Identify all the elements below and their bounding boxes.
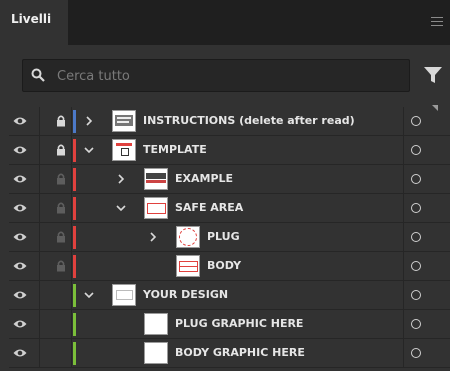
eye-icon xyxy=(13,320,27,328)
chevron-right-icon[interactable] xyxy=(147,230,159,244)
layer-color-bar xyxy=(73,313,76,336)
target-circle-icon[interactable] xyxy=(411,145,421,155)
layer-name: PLUG xyxy=(207,230,240,243)
layer-name: EXAMPLE xyxy=(175,172,234,185)
lock-toggle[interactable] xyxy=(52,310,70,338)
scroll-up-arrow-icon[interactable] xyxy=(432,105,438,111)
layer-color-bar xyxy=(73,226,76,249)
visibility-toggle[interactable] xyxy=(9,136,31,164)
lock-toggle[interactable] xyxy=(52,107,70,135)
lock-toggle[interactable] xyxy=(52,194,70,222)
layer-name: SAFE AREA xyxy=(175,201,244,214)
visibility-toggle[interactable] xyxy=(9,194,31,222)
target-circle-icon[interactable] xyxy=(411,116,421,126)
layer-row[interactable]: PLUG GRAPHIC HERE xyxy=(9,310,450,339)
target-circle-icon[interactable] xyxy=(411,261,421,271)
search-row xyxy=(0,45,450,107)
chevron-down-icon[interactable] xyxy=(115,201,127,215)
eye-icon xyxy=(13,146,27,154)
layer-row[interactable]: BODY xyxy=(9,252,450,281)
visibility-toggle[interactable] xyxy=(9,310,31,338)
lock-toggle[interactable] xyxy=(52,339,70,367)
visibility-toggle[interactable] xyxy=(9,165,31,193)
layer-thumbnail xyxy=(112,110,136,132)
filter-icon[interactable] xyxy=(423,65,443,85)
layer-thumbnail xyxy=(112,139,136,161)
layers-panel: Livelli INSTRUCTIONS (delete after read)… xyxy=(0,0,450,371)
visibility-toggle[interactable] xyxy=(9,281,31,309)
layer-row[interactable]: SAFE AREA xyxy=(9,194,450,223)
layer-thumbnail xyxy=(176,226,200,248)
target-circle-icon[interactable] xyxy=(411,174,421,184)
layer-row[interactable]: TEMPLATE xyxy=(9,136,450,165)
layer-name: BODY GRAPHIC HERE xyxy=(175,346,305,359)
search-icon xyxy=(31,68,45,82)
chevron-right-icon[interactable] xyxy=(83,114,95,128)
tab-layers[interactable]: Livelli xyxy=(0,0,68,45)
layer-color-bar xyxy=(73,139,76,162)
layer-row[interactable]: PLUG xyxy=(9,223,450,252)
layer-color-bar xyxy=(73,284,76,307)
lock-icon xyxy=(57,260,65,272)
layer-row[interactable]: BODY GRAPHIC HERE xyxy=(9,339,450,368)
lock-icon xyxy=(57,144,65,156)
lock-icon xyxy=(57,115,65,127)
eye-icon xyxy=(13,291,27,299)
lock-icon xyxy=(57,231,65,243)
eye-icon xyxy=(13,204,27,212)
layer-row[interactable]: INSTRUCTIONS (delete after read) xyxy=(9,107,450,136)
visibility-toggle[interactable] xyxy=(9,107,31,135)
target-circle-icon[interactable] xyxy=(411,203,421,213)
target-circle-icon[interactable] xyxy=(411,319,421,329)
layer-name: BODY xyxy=(207,259,242,272)
target-circle-icon[interactable] xyxy=(411,348,421,358)
chevron-down-icon[interactable] xyxy=(83,143,95,157)
chevron-right-icon[interactable] xyxy=(115,172,127,186)
visibility-toggle[interactable] xyxy=(9,339,31,367)
search-box[interactable] xyxy=(22,59,410,92)
layer-name: PLUG GRAPHIC HERE xyxy=(175,317,304,330)
layer-thumbnail xyxy=(144,313,168,335)
layer-color-bar xyxy=(73,168,76,191)
layer-thumbnail xyxy=(144,197,168,219)
layer-color-bar xyxy=(73,110,76,133)
layer-row[interactable]: EXAMPLE xyxy=(9,165,450,194)
layer-name: INSTRUCTIONS (delete after read) xyxy=(143,114,355,127)
tab-bar: Livelli xyxy=(0,0,450,45)
layer-thumbnail xyxy=(112,284,136,306)
chevron-down-icon[interactable] xyxy=(83,288,95,302)
layer-list: INSTRUCTIONS (delete after read) TEMPLATE… xyxy=(9,107,450,371)
lock-icon xyxy=(57,202,65,214)
target-circle-icon[interactable] xyxy=(411,232,421,242)
layer-thumbnail xyxy=(176,255,200,277)
target-circle-icon[interactable] xyxy=(411,290,421,300)
layer-name: TEMPLATE xyxy=(143,143,207,156)
eye-icon xyxy=(13,117,27,125)
eye-icon xyxy=(13,233,27,241)
lock-toggle[interactable] xyxy=(52,252,70,280)
layer-name: YOUR DESIGN xyxy=(143,288,229,301)
layer-row[interactable]: YOUR DESIGN xyxy=(9,281,450,310)
panel-menu-icon[interactable] xyxy=(431,17,443,27)
lock-icon xyxy=(57,173,65,185)
layer-color-bar xyxy=(73,342,76,365)
eye-icon xyxy=(13,262,27,270)
layer-thumbnail xyxy=(144,168,168,190)
lock-toggle[interactable] xyxy=(52,223,70,251)
eye-icon xyxy=(13,175,27,183)
visibility-toggle[interactable] xyxy=(9,252,31,280)
eye-icon xyxy=(13,349,27,357)
lock-toggle[interactable] xyxy=(52,281,70,309)
lock-toggle[interactable] xyxy=(52,136,70,164)
layer-thumbnail xyxy=(144,342,168,364)
layer-color-bar xyxy=(73,255,76,278)
search-input[interactable] xyxy=(57,65,397,87)
lock-toggle[interactable] xyxy=(52,165,70,193)
layer-color-bar xyxy=(73,197,76,220)
visibility-toggle[interactable] xyxy=(9,223,31,251)
